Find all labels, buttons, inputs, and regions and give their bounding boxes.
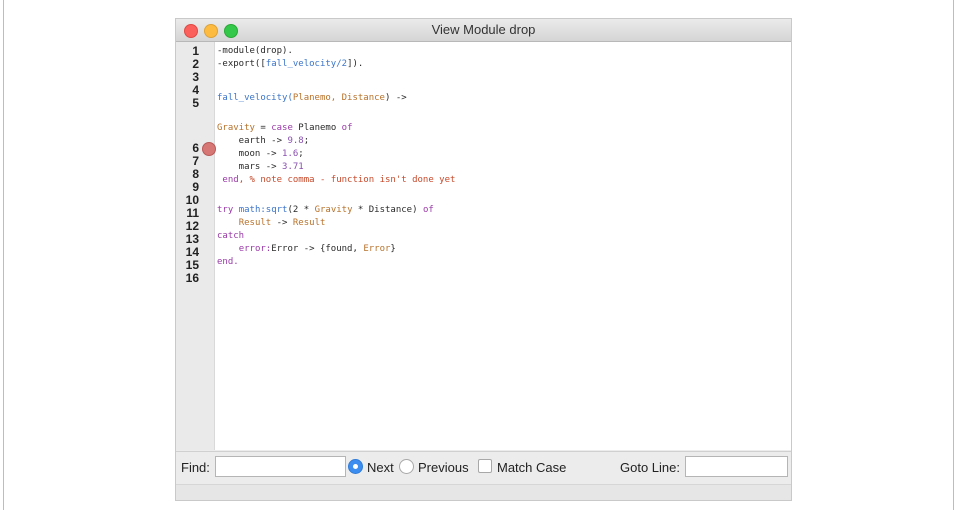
status-bar (176, 484, 791, 500)
code-line-9: mars -> 3.71 (217, 162, 304, 172)
find-label: Find: (181, 460, 210, 475)
find-input[interactable] (215, 456, 346, 477)
previous-label[interactable]: Previous (418, 460, 469, 475)
find-bar: Find: Next Previous Match Case Goto Line… (176, 451, 791, 484)
match-case-label[interactable]: Match Case (497, 460, 566, 475)
code-line-14: catch (217, 231, 245, 241)
code-editor[interactable]: 1 2 3 4 5 6 7 8 9 10 11 12 13 14 15 16 -… (176, 42, 791, 469)
code-line-13: Result -> Result (238, 218, 326, 228)
line-number: 16 (185, 271, 199, 285)
code-line-7: earth -> 9.8; (217, 136, 310, 146)
title-bar[interactable]: View Module drop (176, 19, 791, 42)
goto-line-label: Goto Line: (620, 460, 680, 475)
code-line-4: fall_velocity(Planemo, Distance) -> (217, 93, 407, 103)
line-number-gutter[interactable]: 1 2 3 4 5 6 7 8 9 10 11 12 13 14 15 16 (176, 42, 215, 450)
code-line-15: error:Error -> {found, Error} (238, 244, 396, 254)
view-module-window: View Module drop 1 2 3 4 5 6 7 8 9 10 11… (176, 19, 791, 500)
previous-radio[interactable] (399, 459, 414, 474)
next-label[interactable]: Next (367, 460, 394, 475)
code-line-1: -module(drop). (217, 46, 293, 56)
code-line-12: try math:sqrt(2 * Gravity * Distance) of (217, 205, 434, 215)
match-case-checkbox[interactable] (478, 459, 492, 473)
next-radio[interactable] (348, 459, 363, 474)
code-line-8: moon -> 1.6; (217, 149, 304, 159)
line-number: 5 (192, 96, 199, 110)
code-line-10: end, % note comma - function isn't done … (217, 175, 456, 185)
window-title: View Module drop (431, 22, 536, 37)
goto-line-input[interactable] (685, 456, 788, 477)
frame-left-border (3, 0, 4, 510)
code-line-6: Gravity = case Planemo of (217, 123, 353, 133)
breakpoint-marker[interactable] (202, 142, 216, 156)
code-line-2: -export([fall_velocity/2]). (217, 59, 364, 69)
code-line-16: end. (217, 257, 239, 267)
frame-right-border (953, 0, 954, 510)
